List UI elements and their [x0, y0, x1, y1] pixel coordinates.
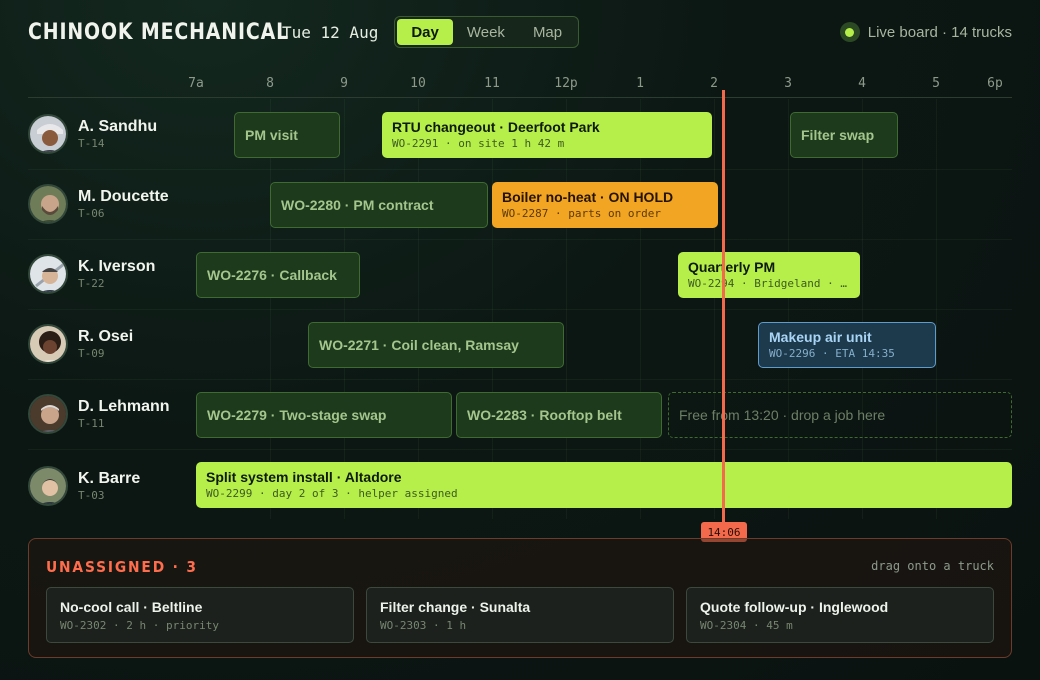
axis-tick: 9 [340, 76, 348, 91]
card-detail: WO-2304 · 45 m [700, 619, 793, 632]
job-title: WO-2280 · PM contract [281, 196, 434, 213]
row-divider [28, 239, 1012, 240]
job-title: WO-2279 · Two-stage swap [207, 406, 387, 423]
avatar [28, 114, 68, 154]
job-block[interactable]: WO-2283 · Rooftop belt [456, 392, 662, 438]
tech-name: M. Doucette [78, 187, 169, 205]
axis-tick: 12p [554, 76, 578, 91]
tech-row-doucette[interactable]: M. Doucette T-06 [28, 180, 193, 228]
job-block[interactable]: WO-2279 · Two-stage swap [196, 392, 452, 438]
job-detail: WO-2296 · ETA 14:35 [769, 347, 895, 360]
unassigned-hint: drag onto a truck [871, 559, 994, 573]
avatar [28, 184, 68, 224]
job-block[interactable]: WO-2280 · PM contract [270, 182, 488, 228]
card-detail: WO-2302 · 2 h · priority [60, 619, 219, 632]
avatar [28, 254, 68, 294]
job-title: Boiler no-heat · ON HOLD [502, 189, 674, 205]
truck-id: T-06 [78, 206, 105, 220]
job-title: WO-2271 · Coil clean, Ramsay [319, 336, 519, 353]
job-title: WO-2276 · Callback [207, 266, 337, 283]
tech-row-sandhu[interactable]: A. Sandhu T-14 [28, 110, 193, 158]
row-divider [28, 449, 1012, 450]
job-detail: WO-2294 · Bridgeland · … [688, 277, 847, 290]
row-divider [28, 309, 1012, 310]
unassigned-card[interactable]: Filter change · Sunalta WO-2303 · 1 h [366, 587, 674, 643]
view-switcher: Day Week Map [394, 16, 580, 48]
axis-tick: 4 [858, 76, 866, 91]
top-bar: CHINOOK MECHANICAL Tue 12 Aug Day Week M… [28, 16, 1012, 48]
truck-id: T-03 [78, 488, 105, 502]
tab-map[interactable]: Map [519, 19, 576, 45]
truck-id: T-11 [78, 416, 105, 430]
truck-id: T-14 [78, 136, 105, 150]
tech-row-lehmann[interactable]: D. Lehmann T-11 [28, 390, 193, 438]
axis-tick: 8 [266, 76, 274, 91]
row-divider [28, 379, 1012, 380]
axis-tick: 3 [784, 76, 792, 91]
tech-name: K. Barre [78, 469, 141, 487]
job-title: Makeup air unit [769, 329, 872, 345]
card-title: Quote follow-up · Inglewood [700, 599, 889, 615]
job-block[interactable]: Filter swap [790, 112, 898, 158]
live-dot-icon [839, 22, 860, 42]
card-title: No-cool call · Beltline [60, 599, 203, 615]
card-title: Filter change · Sunalta [380, 599, 531, 615]
avatar [28, 324, 68, 364]
job-detail: WO-2287 · parts on order [502, 207, 661, 220]
job-title: PM visit [245, 126, 298, 143]
time-axis: 7a 8 9 10 11 12p 1 2 3 4 5 6p [28, 74, 1012, 98]
job-detail: WO-2291 · on site 1 h 42 m [392, 137, 565, 150]
tech-row-iverson[interactable]: K. Iverson T-22 [28, 250, 193, 298]
unassigned-title: UNASSIGNED · 3 [46, 558, 198, 576]
tab-day[interactable]: Day [397, 19, 453, 45]
avatar [28, 394, 68, 434]
job-block[interactable]: RTU changeout · Deerfoot Park WO-2291 · … [382, 112, 712, 158]
date-label[interactable]: Tue 12 Aug [282, 23, 378, 42]
live-status-label: Live board · 14 trucks [867, 23, 1012, 41]
job-block[interactable]: Quarterly PM WO-2294 · Bridgeland · … [678, 252, 860, 298]
unassigned-card[interactable]: Quote follow-up · Inglewood WO-2304 · 45… [686, 587, 994, 643]
job-block[interactable]: WO-2276 · Callback [196, 252, 360, 298]
axis-tick: 5 [932, 76, 940, 91]
current-time-line [722, 90, 725, 522]
axis-tick: 6p [987, 76, 1003, 91]
job-block[interactable]: WO-2271 · Coil clean, Ramsay [308, 322, 564, 368]
axis-tick: 7a [188, 76, 204, 91]
job-block[interactable]: PM visit [234, 112, 340, 158]
tech-name: R. Osei [78, 327, 134, 345]
unassigned-card[interactable]: No-cool call · Beltline WO-2302 · 2 h · … [46, 587, 354, 643]
job-block[interactable]: Makeup air unit WO-2296 · ETA 14:35 [758, 322, 936, 368]
job-title: Quarterly PM [688, 259, 776, 275]
card-detail: WO-2303 · 1 h [380, 619, 467, 632]
job-title: Filter swap [801, 126, 875, 143]
tab-week[interactable]: Week [453, 19, 519, 45]
job-block[interactable]: Boiler no-heat · ON HOLD WO-2287 · parts… [492, 182, 718, 228]
row-divider [28, 169, 1012, 170]
avatar [28, 466, 68, 506]
axis-tick: 10 [410, 76, 426, 91]
free-slot-dropzone[interactable]: Free from 13:20 · drop a job here [668, 392, 1012, 438]
live-status: Live board · 14 trucks [839, 22, 1012, 42]
tech-name: A. Sandhu [78, 117, 158, 135]
truck-id: T-09 [78, 346, 105, 360]
tech-row-osei[interactable]: R. Osei T-09 [28, 320, 193, 368]
truck-id: T-22 [78, 276, 105, 290]
tech-name: K. Iverson [78, 257, 156, 275]
axis-tick: 2 [710, 76, 718, 91]
job-detail: WO-2299 · day 2 of 3 · helper assigned [206, 487, 458, 500]
job-block[interactable]: Split system install · Altadore WO-2299 … [196, 462, 1012, 508]
job-title: WO-2283 · Rooftop belt [467, 406, 622, 423]
unassigned-panel: UNASSIGNED · 3 drag onto a truck No-cool… [28, 538, 1012, 658]
axis-tick: 11 [484, 76, 500, 91]
job-title: RTU changeout · Deerfoot Park [392, 119, 600, 135]
tech-name: D. Lehmann [78, 397, 170, 415]
axis-tick: 1 [636, 76, 644, 91]
free-slot-label: Free from 13:20 · drop a job here [679, 406, 886, 423]
brand-title: CHINOOK MECHANICAL [28, 19, 290, 45]
job-title: Split system install · Altadore [206, 469, 402, 485]
tech-row-barre[interactable]: K. Barre T-03 [28, 462, 193, 510]
